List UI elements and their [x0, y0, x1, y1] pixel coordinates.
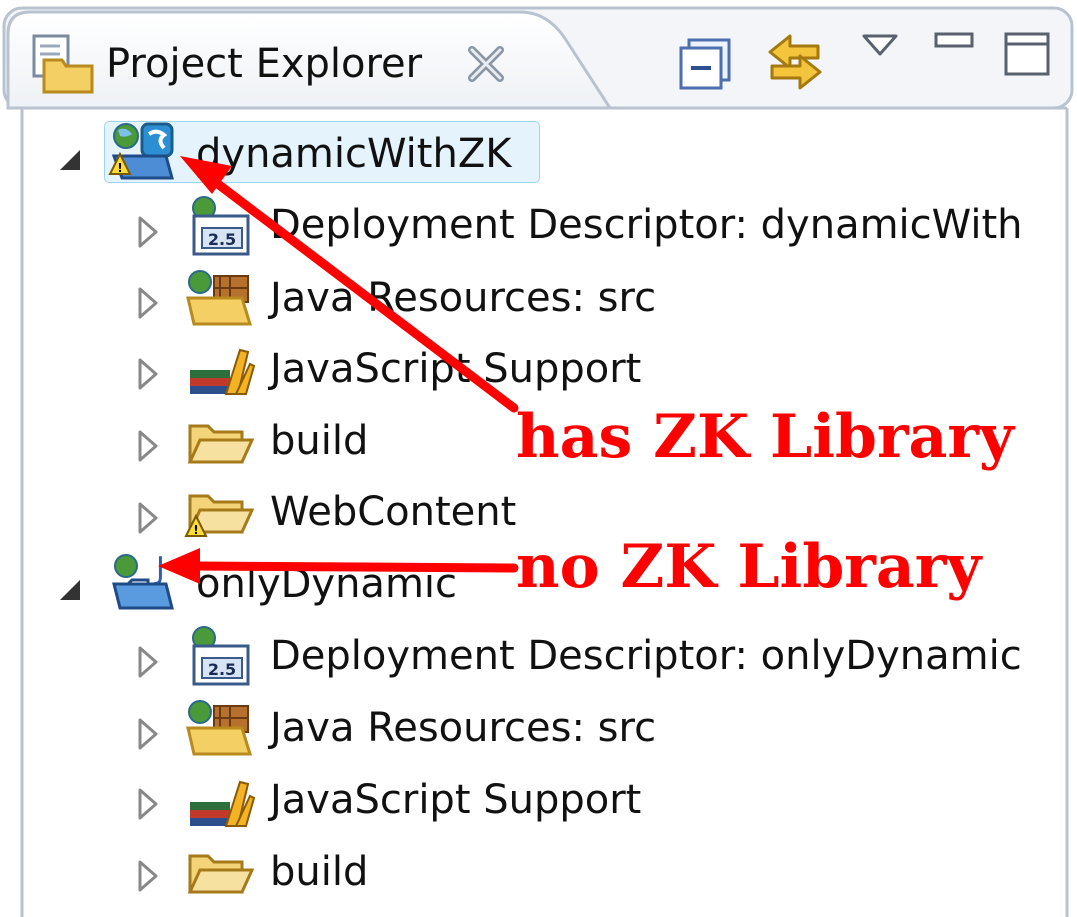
annotation-has-zk-library: has ZK Library — [516, 402, 1014, 472]
annotation-no-zk-library: no ZK Library — [516, 532, 982, 602]
